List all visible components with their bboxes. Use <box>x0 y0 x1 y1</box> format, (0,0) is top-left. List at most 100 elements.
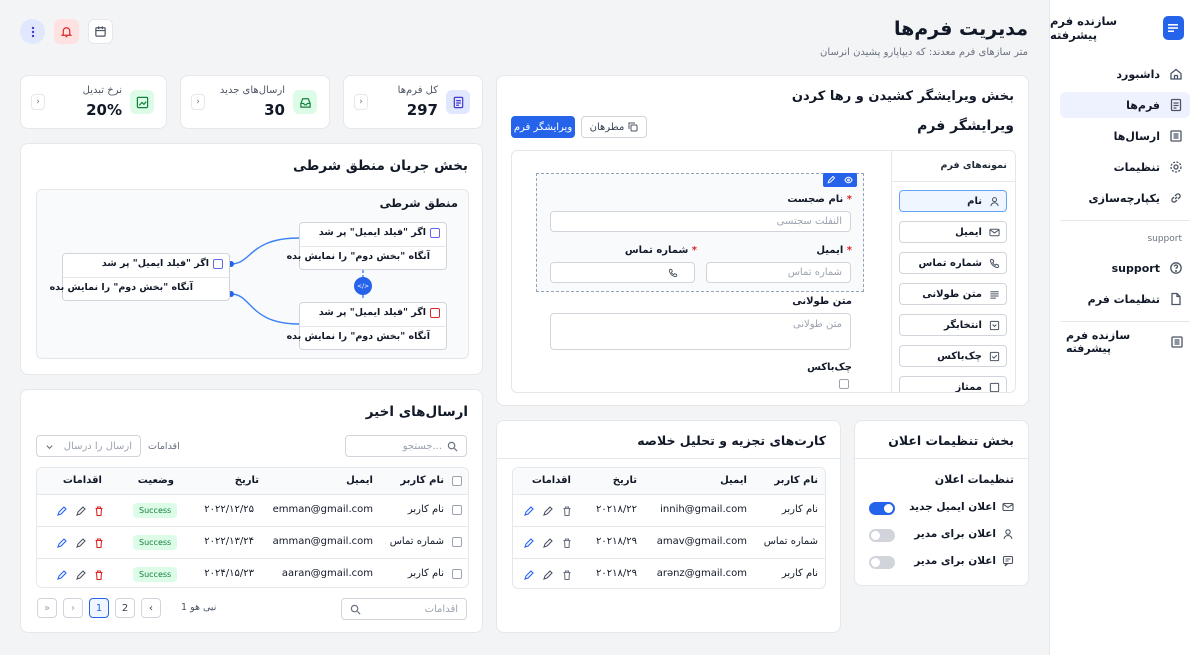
notifications-button[interactable] <box>54 19 79 44</box>
cell-email: innih@gmail.com <box>660 504 747 515</box>
page-button-1[interactable]: 1 <box>89 598 109 618</box>
palette-item-label: ایمیل <box>955 226 982 238</box>
phone-input[interactable] <box>550 262 695 283</box>
checkbox-input[interactable] <box>839 379 849 389</box>
column-header-email: ایمیل <box>346 475 373 486</box>
stat-label: ارسال‌های جدید <box>219 85 285 96</box>
code-connector-icon[interactable]: </> <box>354 277 372 295</box>
logic-flow-card: بخش جریان منطق شرطی منطق شرطی اگر "فیلد … <box>20 143 483 375</box>
condition-icon <box>430 227 440 238</box>
sidebar-footer-brand[interactable]: سازنده فرم پیشرفته <box>1060 329 1190 355</box>
palette-item-checkbox[interactable]: چک‌باکس <box>899 345 1007 367</box>
palette-item-label: متن طولانی <box>922 288 982 300</box>
toggle-email-notification[interactable] <box>869 502 895 515</box>
trending-up-icon <box>130 90 154 114</box>
pencil-icon[interactable] <box>523 569 535 581</box>
row-checkbox[interactable] <box>452 537 462 547</box>
palette-item-select[interactable]: انتخابگر <box>899 314 1007 336</box>
cell-date: ۲۰۲۱۸/۲۲ <box>596 504 637 515</box>
row-checkbox[interactable] <box>452 505 462 515</box>
delete-icon[interactable] <box>561 537 573 549</box>
row-divider <box>37 526 468 527</box>
preview-button[interactable]: مطرهان <box>581 116 647 138</box>
toggle-admin-message-notification[interactable] <box>869 556 895 569</box>
palette-item-long-text[interactable]: متن طولانی <box>899 283 1007 305</box>
email-input[interactable]: شماره تماس <box>706 262 851 283</box>
preview-button-label: مطرهان <box>589 121 625 133</box>
list-icon <box>1168 128 1184 144</box>
calendar-button[interactable] <box>88 19 113 44</box>
pencil-icon[interactable] <box>523 537 535 549</box>
long-text-input[interactable]: متن طولانی <box>550 313 851 350</box>
eye-icon[interactable] <box>844 176 853 184</box>
brand[interactable]: سازنده فرم پیشرفته <box>1050 14 1184 42</box>
sidebar-item-label: سازنده فرم پیشرفته <box>1066 329 1131 355</box>
edit-icon[interactable] <box>542 569 554 581</box>
edit-icon[interactable] <box>75 569 87 581</box>
stat-expand-button[interactable]: › <box>191 94 205 110</box>
edit-icon[interactable] <box>827 176 836 184</box>
sidebar-item-dashboard[interactable]: داشبورد <box>1060 61 1190 87</box>
document-icon <box>446 90 470 114</box>
next-page-button[interactable]: › <box>63 598 83 618</box>
status-filter-select[interactable]: ارسال را درسال <box>36 435 141 457</box>
sidebar-item-submissions[interactable]: ارسال‌ها <box>1060 123 1190 149</box>
palette-item-phone[interactable]: شماره تماس <box>899 252 1007 274</box>
more-button[interactable] <box>20 19 45 44</box>
stat-card-total-forms: کل فرم‌ها 297 › <box>343 75 483 129</box>
sidebar-item-support[interactable]: support <box>1060 255 1190 281</box>
delete-icon[interactable] <box>93 569 105 581</box>
row-checkbox[interactable] <box>452 569 462 579</box>
logic-rule-1[interactable]: اگر "فیلد ایمیل" پر شد آنگاه "بخش دوم" ر… <box>50 253 230 301</box>
toggle-admin-notification[interactable] <box>869 529 895 542</box>
name-input[interactable]: النفلت سجتسی <box>550 211 851 232</box>
sidebar-divider <box>1060 321 1190 322</box>
select-icon <box>988 319 1000 331</box>
delete-icon[interactable] <box>561 505 573 517</box>
stat-label: کل فرم‌ها <box>397 85 438 96</box>
recent-title: ارسال‌های اخیر <box>365 404 468 420</box>
rule-action: آنگاه "بخش دوم" را نمایش بده <box>286 331 430 342</box>
edit-icon[interactable] <box>75 505 87 517</box>
cell-date: ۲۰۲۱۸/۲۹ <box>596 536 637 547</box>
edit-icon[interactable] <box>542 537 554 549</box>
sidebar-item-integrations[interactable]: یکپارچه‌سازی <box>1060 185 1190 211</box>
logic-rule-3[interactable]: اگر "فیلد ایمیل" پر شد آنگاه "بخش دوم" ر… <box>287 302 447 350</box>
pencil-icon[interactable] <box>56 537 68 549</box>
sidebar-item-label: داشبورد <box>1116 67 1160 81</box>
document-icon <box>1168 97 1184 113</box>
delete-icon[interactable] <box>561 569 573 581</box>
logic-rule-2[interactable]: اگر "فیلد ایمیل" پر شد آنگاه "بخش دوم" ر… <box>287 222 447 270</box>
search-input[interactable]: ...جستجو <box>345 435 467 457</box>
editor-button[interactable]: ویرایشگر فرم <box>511 116 575 138</box>
pencil-icon[interactable] <box>56 505 68 517</box>
notification-row-admin: اعلان برای مدیر <box>914 528 1014 540</box>
delete-icon[interactable] <box>93 505 105 517</box>
rule-condition: اگر "فیلد ایمیل" پر شد <box>101 258 209 269</box>
rule-condition: اگر "فیلد ایمیل" پر شد <box>318 227 426 238</box>
sidebar-item-forms[interactable]: فرم‌ها <box>1060 92 1190 118</box>
prev-page-button[interactable]: ‹ <box>141 598 161 618</box>
link-icon <box>1168 190 1184 206</box>
select-all-checkbox[interactable] <box>452 476 462 486</box>
palette-item-name[interactable]: نام <box>899 190 1007 212</box>
palette-item-premium[interactable]: ممتاز <box>899 376 1007 392</box>
last-page-button[interactable]: » <box>37 598 57 618</box>
delete-icon[interactable] <box>93 537 105 549</box>
sidebar-item-form-settings[interactable]: تنظیمات فرم <box>1060 286 1190 312</box>
palette-item-email[interactable]: ایمیل <box>899 221 1007 243</box>
cell-name: شماره تماس <box>389 536 444 547</box>
sidebar-item-settings[interactable]: تنظیمات <box>1060 154 1190 180</box>
stat-expand-button[interactable]: › <box>354 94 368 110</box>
list-icon <box>1170 334 1184 350</box>
condition-icon <box>213 258 223 269</box>
edit-icon[interactable] <box>75 537 87 549</box>
form-builder-section-title: بخش ویرایشگر کشیدن و رها کردن <box>791 89 1014 104</box>
edit-icon[interactable] <box>542 505 554 517</box>
pencil-icon[interactable] <box>56 569 68 581</box>
stat-expand-button[interactable]: › <box>31 94 45 110</box>
sidebar-item-label: تنظیمات <box>1113 160 1160 174</box>
pencil-icon[interactable] <box>523 505 535 517</box>
page-button-2[interactable]: 2 <box>115 598 135 618</box>
pagination-search-input[interactable]: اقدامات <box>341 598 467 620</box>
